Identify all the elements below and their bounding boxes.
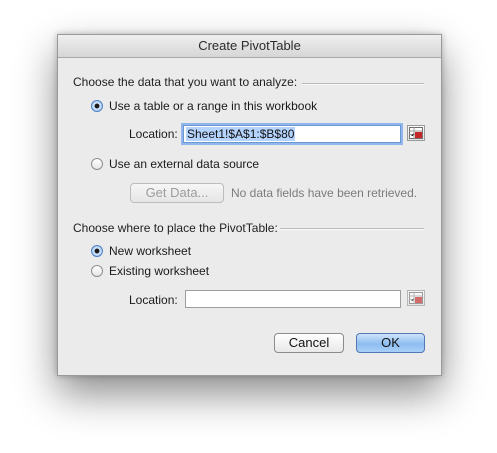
range-collapse-button[interactable]: [407, 125, 425, 141]
new-worksheet-radio[interactable]: [91, 245, 103, 257]
place-location-input[interactable]: [185, 290, 401, 308]
ok-button[interactable]: OK: [356, 333, 425, 353]
place-section-separator: [280, 228, 424, 230]
cancel-button[interactable]: Cancel: [274, 333, 344, 353]
place-collapse-button[interactable]: [407, 290, 425, 306]
existing-worksheet-radio[interactable]: [91, 265, 103, 277]
collapse-dialog-icon: [409, 127, 423, 139]
range-location-input[interactable]: Sheet1!$A$1:$B$80: [183, 125, 401, 143]
get-data-button[interactable]: Get Data...: [130, 183, 224, 203]
range-location-value: Sheet1!$A$1:$B$80: [186, 127, 296, 141]
create-pivottable-dialog: Create PivotTable Choose the data that y…: [57, 34, 442, 376]
data-section-heading: Choose the data that you want to analyze…: [73, 75, 298, 89]
range-location-label: Location:: [129, 127, 178, 141]
no-data-message: No data fields have been retrieved.: [231, 186, 418, 200]
use-range-radio[interactable]: [91, 100, 103, 112]
new-worksheet-label[interactable]: New worksheet: [109, 244, 191, 258]
use-range-label[interactable]: Use a table or a range in this workbook: [109, 99, 317, 113]
use-external-label[interactable]: Use an external data source: [109, 157, 259, 171]
collapse-dialog-icon: [409, 292, 423, 304]
place-location-label: Location:: [129, 293, 178, 307]
use-external-radio[interactable]: [91, 158, 103, 170]
dialog-title[interactable]: Create PivotTable: [58, 35, 441, 58]
existing-worksheet-label[interactable]: Existing worksheet: [109, 264, 209, 278]
data-section-separator: [302, 83, 424, 85]
place-section-heading: Choose where to place the PivotTable:: [73, 221, 278, 235]
